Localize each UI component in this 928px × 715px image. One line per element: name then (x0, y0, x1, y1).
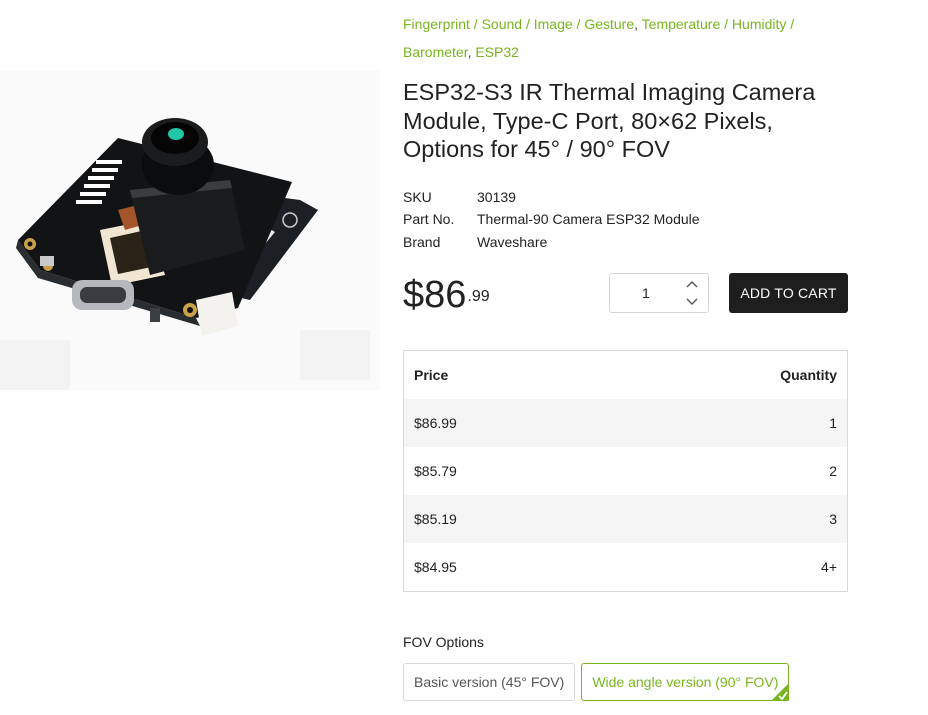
tier-quantity: 2 (829, 463, 837, 479)
add-to-cart-button[interactable]: ADD TO CART (729, 273, 848, 313)
fov-option-group: Basic version (45° FOV) Wide angle versi… (403, 663, 853, 701)
table-row: $85.19 3 (404, 495, 847, 543)
spec-value: 30139 (477, 188, 516, 205)
table-header-row: Price Quantity (404, 351, 847, 399)
spec-row-part-no: Part No. Thermal-90 Camera ESP32 Module (403, 208, 853, 231)
price-cents: .99 (467, 288, 490, 305)
quantity-value[interactable]: 1 (642, 285, 650, 301)
tier-pricing-table: Price Quantity $86.99 1 $85.79 2 $85.19 … (403, 350, 848, 592)
quantity-stepper[interactable]: 1 (609, 273, 709, 313)
spec-value: Thermal-90 Camera ESP32 Module (477, 211, 700, 227)
product-specs: SKU 30139 Part No. Thermal-90 Camera ESP… (403, 186, 853, 254)
category-links: Fingerprint / Sound / Image / Gesture, T… (403, 10, 853, 66)
fov-options-label: FOV Options (403, 634, 484, 650)
spec-row-brand: Brand Waveshare (403, 231, 853, 254)
quantity-column-header: Quantity (780, 367, 837, 383)
category-link-sensors[interactable]: Fingerprint / Sound / Image / Gesture (403, 16, 634, 32)
product-info: Fingerprint / Sound / Image / Gesture, T… (403, 10, 853, 333)
tier-price: $85.19 (414, 511, 457, 527)
tier-quantity: 1 (829, 415, 837, 431)
category-link-esp32[interactable]: ESP32 (475, 44, 519, 60)
selected-check-icon (771, 683, 790, 701)
spec-value: Waveshare (477, 233, 548, 250)
chevron-up-icon[interactable] (686, 279, 698, 289)
tier-quantity: 4+ (821, 559, 837, 575)
thermal-camera-module-icon (0, 70, 380, 390)
table-row: $86.99 1 (404, 399, 847, 447)
spec-row-sku: SKU 30139 (403, 186, 853, 209)
fov-option-label: Wide angle version (90° FOV) (592, 674, 779, 690)
table-row: $85.79 2 (404, 447, 847, 495)
category-separator: , (467, 44, 472, 60)
fov-option-wide-angle[interactable]: Wide angle version (90° FOV) (581, 663, 790, 701)
spec-label: Brand (403, 233, 441, 250)
fov-option-basic[interactable]: Basic version (45° FOV) (403, 663, 576, 701)
price-column-header: Price (414, 367, 449, 383)
purchase-row: $86.99 1 ADD TO CART (403, 273, 853, 333)
category-separator: , (634, 16, 639, 32)
product-title: ESP32-S3 IR Thermal Imaging Camera Modul… (403, 79, 816, 162)
tier-price: $86.99 (414, 415, 457, 431)
chevron-down-icon[interactable] (686, 297, 698, 307)
fov-options: FOV Options Basic version (45° FOV) Wide… (403, 634, 853, 701)
product-price: $86.99 (403, 273, 490, 317)
spec-label: SKU (403, 188, 432, 205)
tier-quantity: 3 (829, 511, 837, 527)
tier-price: $84.95 (414, 559, 457, 575)
table-row: $84.95 4+ (404, 543, 847, 591)
price-main: $86 (403, 274, 467, 316)
tier-price: $85.79 (414, 463, 457, 479)
spec-label: Part No. (403, 211, 455, 227)
product-image[interactable] (0, 70, 380, 390)
